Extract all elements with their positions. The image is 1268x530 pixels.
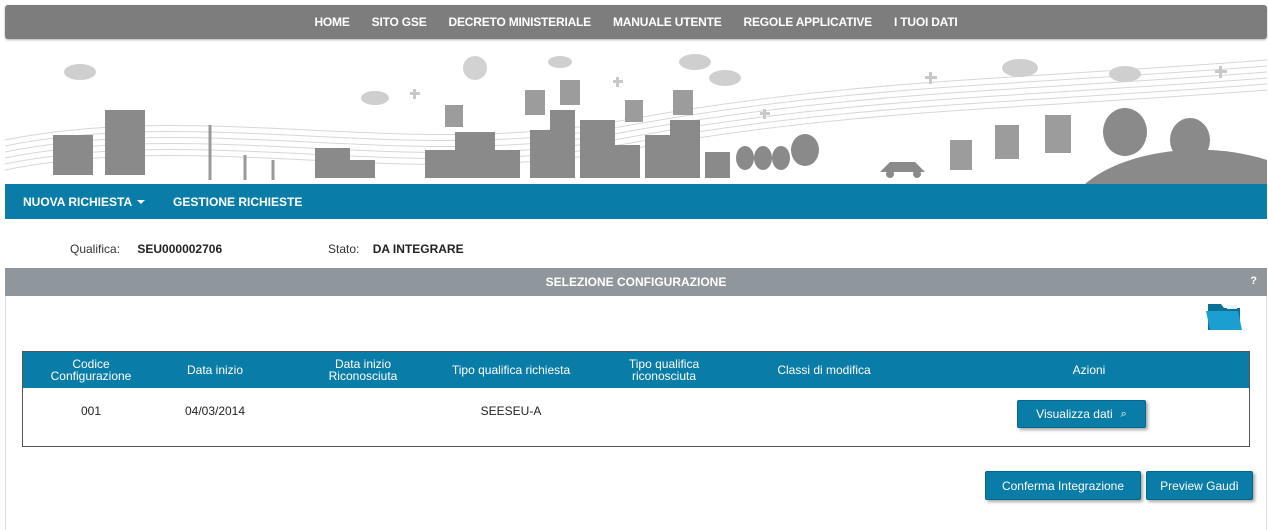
header-azioni: Azioni	[1072, 363, 1106, 377]
stato-label: Stato:	[328, 242, 360, 256]
configuration-table: Codice Configurazione Data inizio Data i…	[22, 351, 1250, 447]
header-tipo-richiesta: Tipo qualifica richiesta	[451, 363, 571, 377]
stato-value: DA INTEGRARE	[372, 242, 464, 256]
cell-codice: 001	[80, 404, 102, 418]
header-classi: Classi di modifica	[777, 363, 871, 377]
main-menu-bar: NUOVA RICHIESTA GESTIONE RICHIESTE	[5, 184, 1267, 219]
nav-home-link[interactable]: HOME	[314, 15, 349, 29]
section-title: SELEZIONE CONFIGURAZIONE	[545, 275, 727, 289]
header-tipo-riconosciuta: Tipo qualifica riconosciuta	[628, 357, 700, 383]
help-icon[interactable]: ?	[1250, 275, 1257, 287]
top-navigation: HOME SITO GSE DECRETO MINISTERIALE MANUA…	[5, 5, 1267, 39]
conferma-integrazione-button[interactable]: Conferma Integrazione	[985, 471, 1141, 500]
nuova-richiesta-label: NUOVA RICHIESTA	[23, 194, 133, 209]
cell-data-inizio: 04/03/2014	[184, 404, 246, 418]
nav-regole-link[interactable]: REGOLE APPLICATIVE	[744, 15, 873, 29]
header-data-inizio: Data inizio	[186, 363, 244, 377]
header-banner-illustration	[5, 54, 1267, 184]
table-header: Codice Configurazione Data inizio Data i…	[23, 352, 1249, 388]
visualizza-dati-label: Visualizza dati	[1036, 407, 1113, 421]
caret-down-icon	[137, 200, 146, 205]
nav-decreto-link[interactable]: DECRETO MINISTERIALE	[449, 15, 592, 29]
preview-gaudi-button[interactable]: Preview Gaudì	[1146, 471, 1253, 500]
folder-icon[interactable]	[1205, 300, 1243, 332]
qualifica-label: Qualifica:	[70, 242, 121, 256]
nav-tuoi-dati-link[interactable]: I TUOI DATI	[894, 15, 958, 29]
header-codice: Codice Configurazione	[50, 357, 132, 383]
search-icon: ⌕	[1120, 407, 1127, 420]
qualifica-value: SEU000002706	[137, 242, 223, 256]
gestione-richieste-link[interactable]: GESTIONE RICHIESTE	[173, 195, 302, 209]
qualifica-info: Qualifica: SEU000002706	[70, 242, 222, 256]
nuova-richiesta-dropdown[interactable]: NUOVA RICHIESTA	[23, 194, 146, 209]
visualizza-dati-button[interactable]: Visualizza dati ⌕	[1017, 400, 1146, 428]
header-data-riconosciuta: Data inizio Riconosciuta	[328, 357, 398, 383]
section-header: SELEZIONE CONFIGURAZIONE ?	[5, 268, 1267, 296]
nav-sito-gse-link[interactable]: SITO GSE	[372, 15, 427, 29]
stato-info: Stato: DA INTEGRARE	[328, 242, 464, 256]
cell-tipo-richiesta: SEESEU-A	[480, 404, 542, 418]
nav-manuale-link[interactable]: MANUALE UTENTE	[613, 15, 722, 29]
